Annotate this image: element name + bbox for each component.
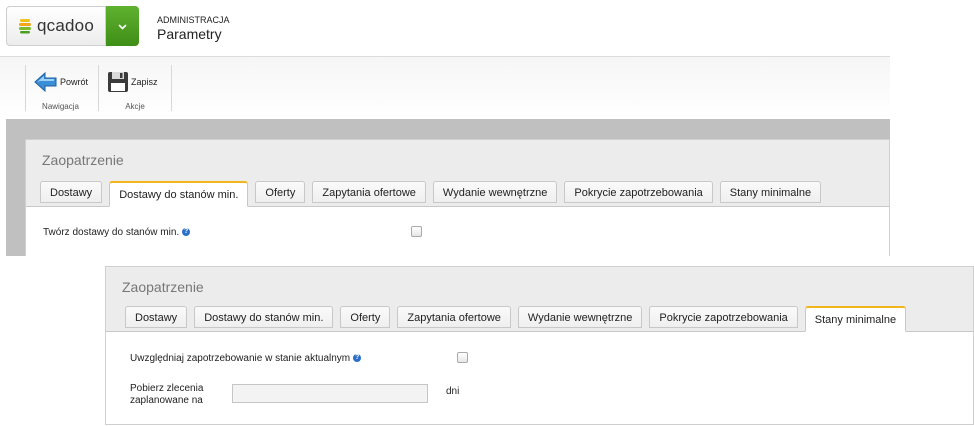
- save-button[interactable]: Zapisz: [107, 68, 158, 96]
- panel-header: Zaopatrzenie Dostawy Dostawy do stanów m…: [26, 140, 889, 207]
- tab-bar: Dostawy Dostawy do stanów min. Oferty Za…: [125, 306, 913, 332]
- tab-quote-requests[interactable]: Zapytania ofertowe: [397, 306, 511, 328]
- back-arrow-icon: [34, 71, 57, 93]
- back-button[interactable]: Powrót: [34, 68, 88, 96]
- create-deliveries-row: Twórz dostawy do stanów min.?: [43, 227, 191, 238]
- top-header: qcadoo ADMINISTRACJA Parametry: [0, 0, 890, 57]
- tab-min-stock-deliveries[interactable]: Dostawy do stanów min.: [194, 306, 334, 328]
- qcadoo-logo-icon: [19, 19, 31, 34]
- help-icon[interactable]: ?: [353, 354, 362, 363]
- breadcrumb-section: ADMINISTRACJA: [157, 15, 230, 25]
- panel-title: Zaopatrzenie: [42, 152, 124, 168]
- ribbon-group-navigation: Powrót Nawigacja: [25, 65, 95, 111]
- form-panel-supply-min-stock: Zaopatrzenie Dostawy Dostawy do stanów m…: [105, 266, 974, 425]
- create-deliveries-label: Twórz dostawy do stanów min.: [43, 227, 180, 238]
- ribbon-toolbar: Powrót Nawigacja Zapisz Akcje: [0, 57, 890, 119]
- page-title: Parametry: [157, 26, 222, 42]
- panel-header: Zaopatrzenie Dostawy Dostawy do stanów m…: [106, 267, 973, 332]
- ribbon-group-label: Akcje: [125, 102, 145, 111]
- tab-bar: Dostawy Dostawy do stanów min. Oferty Za…: [40, 181, 828, 207]
- fetch-orders-days-input[interactable]: [232, 384, 428, 403]
- include-demand-row: Uwzględniaj zapotrzebowanie w stanie akt…: [130, 353, 362, 364]
- chevron-down-icon: [118, 24, 127, 30]
- logo[interactable]: qcadoo: [6, 6, 106, 46]
- tab-offers[interactable]: Oferty: [340, 306, 391, 328]
- save-button-label: Zapisz: [131, 77, 158, 87]
- back-button-label: Powrót: [60, 77, 89, 87]
- tab-internal-issue[interactable]: Wydanie wewnętrzne: [517, 306, 643, 328]
- ribbon-group-actions: Zapisz Akcje: [98, 65, 172, 111]
- tab-internal-issue[interactable]: Wydanie wewnętrzne: [432, 181, 558, 203]
- ribbon-group-label: Nawigacja: [42, 102, 79, 111]
- include-demand-checkbox[interactable]: [457, 352, 468, 363]
- tab-min-stock[interactable]: Stany minimalne: [719, 181, 822, 203]
- fetch-orders-label-line1: Pobierz zlecenia: [130, 383, 204, 394]
- tab-quote-requests[interactable]: Zapytania ofertowe: [312, 181, 426, 203]
- panel-title: Zaopatrzenie: [122, 279, 204, 295]
- include-demand-label: Uwzględniaj zapotrzebowanie w stanie akt…: [130, 353, 351, 364]
- fetch-orders-label-line2: zaplanowane na: [130, 395, 203, 406]
- fetch-orders-label: Pobierz zlecenia zaplanowane na: [130, 383, 203, 407]
- tab-min-stock[interactable]: Stany minimalne: [804, 306, 907, 332]
- tab-demand-coverage[interactable]: Pokrycie zapotrzebowania: [564, 181, 713, 203]
- tab-deliveries[interactable]: Dostawy: [40, 181, 103, 203]
- form-panel-supply: Zaopatrzenie Dostawy Dostawy do stanów m…: [25, 139, 890, 256]
- tab-demand-coverage[interactable]: Pokrycie zapotrzebowania: [649, 306, 798, 328]
- fetch-orders-unit: dni: [446, 386, 460, 397]
- create-deliveries-checkbox[interactable]: [411, 226, 422, 237]
- menu-toggle-button[interactable]: [106, 6, 139, 46]
- help-icon[interactable]: ?: [182, 228, 191, 237]
- floppy-disk-icon: [108, 72, 128, 92]
- tab-min-stock-deliveries[interactable]: Dostawy do stanów min.: [109, 181, 249, 207]
- tab-offers[interactable]: Oferty: [255, 181, 306, 203]
- logo-text: qcadoo: [37, 16, 94, 35]
- tab-deliveries[interactable]: Dostawy: [125, 306, 188, 328]
